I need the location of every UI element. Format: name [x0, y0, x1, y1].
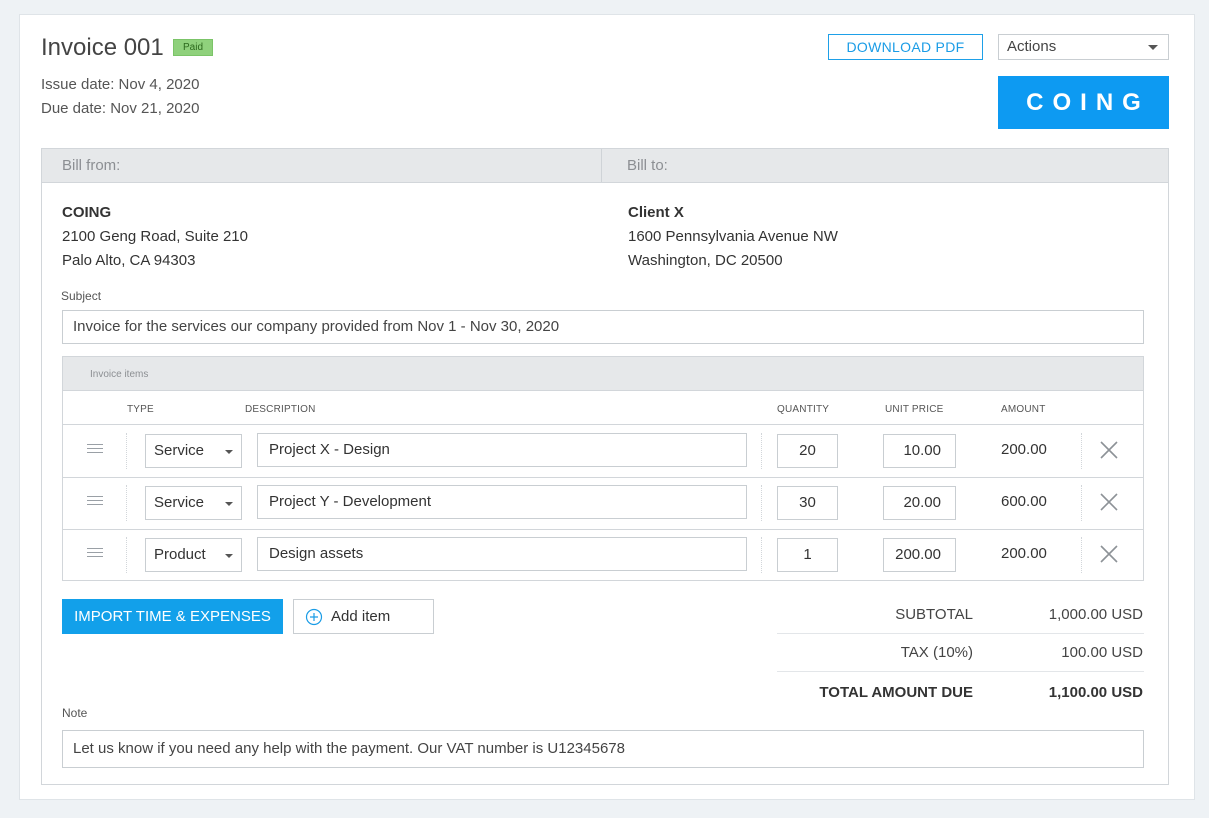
- column-divider: [1081, 537, 1082, 573]
- chevron-down-icon: [1148, 45, 1158, 50]
- drag-handle-icon[interactable]: [87, 548, 103, 558]
- close-icon[interactable]: [1098, 439, 1120, 461]
- bill-from-line1: 2100 Geng Road, Suite 210: [62, 228, 248, 245]
- column-divider: [1081, 433, 1082, 469]
- column-divider: [761, 485, 762, 521]
- subject-label: Subject: [61, 289, 102, 303]
- download-pdf-button[interactable]: DOWNLOAD PDF: [828, 34, 983, 60]
- column-header-type: TYPE: [127, 404, 154, 415]
- chevron-down-icon: [225, 502, 233, 506]
- subject-input[interactable]: Invoice for the services our company pro…: [62, 310, 1144, 344]
- invoice-title: Invoice 001: [41, 34, 164, 61]
- header-divider: [601, 149, 602, 182]
- add-item-button[interactable]: Add item: [293, 599, 434, 634]
- item-quantity-input[interactable]: 30: [777, 486, 838, 520]
- bill-to-label: Bill to:: [627, 157, 668, 174]
- item-description-input[interactable]: Design assets: [257, 537, 747, 571]
- table-row: Service Project Y - Development 30 20.00…: [63, 477, 1143, 529]
- item-amount: 600.00: [1001, 493, 1047, 510]
- item-amount: 200.00: [1001, 545, 1047, 562]
- add-item-label: Add item: [331, 608, 391, 625]
- column-divider: [1081, 485, 1082, 521]
- item-unit-price-input[interactable]: 10.00: [883, 434, 956, 468]
- item-amount: 200.00: [1001, 441, 1047, 458]
- invoice-items-table: Invoice items TYPE DESCRIPTION QUANTITY …: [62, 356, 1144, 581]
- close-icon[interactable]: [1098, 543, 1120, 565]
- column-header-description: DESCRIPTION: [245, 404, 316, 415]
- item-unit-price-input[interactable]: 20.00: [883, 486, 956, 520]
- subtotal-label: SUBTOTAL: [895, 606, 973, 623]
- total-due-value: 1,100.00 USD: [1048, 684, 1143, 701]
- table-row: Product Design assets 1 200.00 200.00: [63, 529, 1143, 581]
- chevron-down-icon: [225, 450, 233, 454]
- actions-dropdown-value: Actions: [1007, 38, 1057, 55]
- bill-to-line2: Washington, DC 20500: [628, 252, 783, 269]
- item-type-select[interactable]: Service: [145, 486, 242, 520]
- item-description-input[interactable]: Project Y - Development: [257, 485, 747, 519]
- subtotal-value: 1,000.00 USD: [1048, 606, 1143, 623]
- bill-from-label: Bill from:: [62, 157, 121, 174]
- column-divider: [126, 485, 127, 521]
- invoice-panel: Invoice 001 Paid Issue date: Nov 4, 2020…: [19, 14, 1195, 800]
- tax-value: 100.00 USD: [1061, 644, 1143, 661]
- column-divider: [126, 433, 127, 469]
- item-type-select[interactable]: Product: [145, 538, 242, 572]
- bill-to-address: Client X 1600 Pennsylvania Avenue NW Was…: [628, 201, 838, 273]
- item-unit-price-input[interactable]: 200.00: [883, 538, 956, 572]
- bill-from-line2: Palo Alto, CA 94303: [62, 252, 196, 269]
- column-divider: [761, 433, 762, 469]
- import-time-expenses-button[interactable]: IMPORT TIME & EXPENSES: [62, 599, 283, 634]
- item-description-input[interactable]: Project X - Design: [257, 433, 747, 467]
- issue-date: Issue date: Nov 4, 2020: [41, 76, 200, 93]
- drag-handle-icon[interactable]: [87, 444, 103, 454]
- item-type-select[interactable]: Service: [145, 434, 242, 468]
- due-date: Due date: Nov 21, 2020: [41, 100, 200, 117]
- table-row: Service Project X - Design 20 10.00 200.…: [63, 425, 1143, 477]
- column-divider: [126, 537, 127, 573]
- item-quantity-input[interactable]: 20: [777, 434, 838, 468]
- column-header-unit-price: UNIT PRICE: [885, 404, 944, 415]
- bill-header: Bill from: Bill to:: [42, 149, 1168, 183]
- invoice-items-header: Invoice items: [63, 357, 1143, 391]
- column-divider: [761, 537, 762, 573]
- note-input[interactable]: Let us know if you need any help with th…: [62, 730, 1144, 768]
- column-header-amount: AMOUNT: [1001, 404, 1046, 415]
- tax-label: TAX (10%): [900, 644, 973, 661]
- item-type-value: Service: [154, 494, 205, 511]
- column-header-quantity: QUANTITY: [777, 404, 830, 415]
- status-badge: Paid: [173, 39, 213, 56]
- item-type-value: Service: [154, 442, 205, 459]
- drag-handle-icon[interactable]: [87, 496, 103, 506]
- chevron-down-icon: [225, 554, 233, 558]
- close-icon[interactable]: [1098, 491, 1120, 513]
- company-logo: COING: [998, 76, 1169, 129]
- actions-dropdown[interactable]: Actions: [998, 34, 1169, 60]
- note-label: Note: [62, 706, 88, 720]
- item-quantity-input[interactable]: 1: [777, 538, 838, 572]
- bill-to-name: Client X: [628, 204, 684, 221]
- invoice-body: Bill from: Bill to: COING 2100 Geng Road…: [41, 148, 1169, 785]
- item-type-value: Product: [154, 546, 206, 563]
- bill-from-address: COING 2100 Geng Road, Suite 210 Palo Alt…: [62, 201, 248, 273]
- bill-from-name: COING: [62, 204, 112, 221]
- totals-divider: [777, 633, 1144, 634]
- total-due-label: TOTAL AMOUNT DUE: [819, 684, 973, 701]
- bill-to-line1: 1600 Pennsylvania Avenue NW: [628, 228, 838, 245]
- totals-divider: [777, 671, 1144, 672]
- plus-circle-icon: [305, 608, 323, 626]
